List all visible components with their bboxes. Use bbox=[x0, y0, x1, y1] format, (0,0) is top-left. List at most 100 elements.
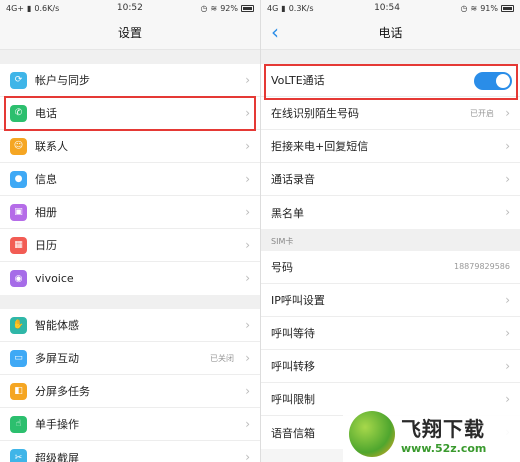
volte-row[interactable]: VoLTE通话 bbox=[261, 64, 520, 97]
settings-item-label: 相册 bbox=[35, 206, 57, 219]
phone-number: 18879829586 bbox=[454, 262, 510, 271]
page-title: 设置 bbox=[117, 26, 142, 40]
signal-icon: ▮ bbox=[281, 3, 286, 13]
chevron-right-icon: › bbox=[245, 106, 250, 120]
settings-item[interactable]: ◉ vivoice › bbox=[0, 262, 260, 295]
settings-item[interactable]: ▣ 相册 › bbox=[0, 196, 260, 229]
settings-item[interactable]: ● 信息 › bbox=[0, 163, 260, 196]
sim-option-item[interactable]: 呼叫等待 › bbox=[261, 317, 520, 350]
phone-option-item[interactable]: 在线识别陌生号码 已开启 › bbox=[261, 97, 520, 130]
phone-settings-screen: 4G ▮ 0.3K/s 10:54 ◷ ≋ 91% ‹ 电话 VoLTE通话 在… bbox=[260, 0, 520, 462]
spacer bbox=[0, 295, 260, 309]
settings-item-label: vivoice bbox=[35, 272, 74, 285]
settings-item-label: 联系人 bbox=[35, 140, 68, 153]
call-options-list: VoLTE通话 在线识别陌生号码 已开启 › 拒接来电+回复短信 › 通话录音 › 黑名单 › bbox=[261, 64, 520, 229]
settings-item[interactable]: ☝ 单手操作 › bbox=[0, 408, 260, 441]
title-bar: ‹ 电话 bbox=[261, 16, 520, 50]
phone-option-item[interactable]: 拒接来电+回复短信 › bbox=[261, 130, 520, 163]
chevron-right-icon: › bbox=[505, 326, 510, 340]
chevron-right-icon: › bbox=[245, 450, 250, 462]
chevron-right-icon: › bbox=[245, 318, 250, 332]
phone-icon: ✆ bbox=[10, 104, 27, 122]
account-sync-icon: ⟳ bbox=[10, 71, 27, 89]
back-arrow-icon[interactable]: ‹ bbox=[271, 22, 279, 42]
settings-item-label: 超级截屏 bbox=[35, 451, 79, 462]
sim-option-label: 呼叫限制 bbox=[271, 393, 315, 406]
settings-item-label: 日历 bbox=[35, 239, 57, 252]
spacer bbox=[0, 50, 260, 64]
chevron-right-icon: › bbox=[245, 384, 250, 398]
chevron-right-icon: › bbox=[505, 359, 510, 373]
chevron-right-icon: › bbox=[505, 172, 510, 186]
chevron-right-icon: › bbox=[245, 139, 250, 153]
settings-item-label: 智能体感 bbox=[35, 319, 79, 332]
one-hand-icon: ☝ bbox=[10, 415, 27, 433]
chevron-right-icon: › bbox=[245, 172, 250, 186]
calendar-icon: ▦ bbox=[10, 236, 27, 254]
volte-toggle[interactable] bbox=[474, 72, 512, 90]
sim-option-label: 呼叫等待 bbox=[271, 327, 315, 340]
option-status: 已开启 bbox=[470, 109, 494, 118]
title-bar: 设置 bbox=[0, 16, 260, 50]
settings-item[interactable]: ☺ 联系人 › bbox=[0, 130, 260, 163]
clock: 10:54 bbox=[374, 3, 400, 13]
watermark-logo-icon bbox=[349, 410, 395, 457]
battery-icon bbox=[500, 4, 514, 12]
phone-option-item[interactable]: 黑名单 › bbox=[261, 196, 520, 229]
phone-option-item[interactable]: 通话录音 › bbox=[261, 163, 520, 196]
status-bar: 4G+ ▮ 0.6K/s 10:52 ◷ ≋ 92% bbox=[0, 0, 260, 16]
item-status: 已关闭 bbox=[210, 354, 234, 363]
sim-option-item: 号码 18879829586 bbox=[261, 251, 520, 284]
album-icon: ▣ bbox=[10, 203, 27, 221]
sim-option-label: IP呼叫设置 bbox=[271, 294, 325, 307]
battery-icon bbox=[241, 4, 254, 12]
settings-item[interactable]: ✋ 智能体感 › bbox=[0, 309, 260, 342]
carrier-label: 4G bbox=[267, 3, 279, 13]
settings-item[interactable]: ✂ 超级截屏 › bbox=[0, 441, 260, 462]
watermark-name: 飞翔下载 bbox=[401, 416, 485, 441]
chevron-right-icon: › bbox=[505, 205, 510, 219]
sim-option-item[interactable]: 呼叫转移 › bbox=[261, 350, 520, 383]
network-speed: 0.6K/s bbox=[34, 3, 60, 13]
toggle-knob bbox=[496, 74, 510, 88]
split-screen-icon: ◧ bbox=[10, 382, 27, 400]
screenshot-root: 4G+ ▮ 0.6K/s 10:52 ◷ ≋ 92% 设置 ⟳ 帐户与同步 › ✆ 电话… bbox=[0, 0, 520, 462]
wifi-icon: ≋ bbox=[210, 3, 218, 13]
page-title: 电话 bbox=[378, 26, 403, 40]
settings-item[interactable]: ◧ 分屏多任务 › bbox=[0, 375, 260, 408]
settings-item-label: 信息 bbox=[35, 173, 57, 186]
message-icon: ● bbox=[10, 170, 27, 188]
sim-option-item[interactable]: IP呼叫设置 › bbox=[261, 284, 520, 317]
option-label: 黑名单 bbox=[271, 206, 304, 220]
chevron-right-icon: › bbox=[505, 106, 510, 120]
smart-motion-icon: ✋ bbox=[10, 316, 27, 334]
battery-percent: 92% bbox=[220, 3, 238, 13]
settings-item[interactable]: ⟳ 帐户与同步 › bbox=[0, 64, 260, 97]
settings-list: ⟳ 帐户与同步 › ✆ 电话 › ☺ 联系人 › ● 信息 › ▣ 相册 › ▦ 日历 › ◉ vivoice › ✋ 智能… bbox=[0, 64, 260, 462]
alarm-icon: ◷ bbox=[200, 3, 208, 13]
chevron-right-icon: › bbox=[245, 205, 250, 219]
screenshot-icon: ✂ bbox=[10, 449, 27, 462]
alarm-icon: ◷ bbox=[460, 3, 468, 13]
settings-item[interactable]: ▭ 多屏互动 已关闭 › bbox=[0, 342, 260, 375]
contacts-icon: ☺ bbox=[10, 137, 27, 155]
settings-item-label: 单手操作 bbox=[35, 418, 79, 431]
settings-item[interactable]: ✆ 电话 › bbox=[0, 97, 260, 130]
settings-item[interactable]: ▦ 日历 › bbox=[0, 229, 260, 262]
settings-item-label: 帐户与同步 bbox=[35, 74, 90, 87]
chevron-right-icon: › bbox=[245, 417, 250, 431]
network-speed: 0.3K/s bbox=[288, 3, 314, 13]
sim-section-header: SIM卡 bbox=[261, 229, 520, 251]
phone-options: 在线识别陌生号码 已开启 › 拒接来电+回复短信 › 通话录音 › 黑名单 › bbox=[261, 97, 520, 229]
settings-group: ⟳ 帐户与同步 › ✆ 电话 › ☺ 联系人 › ● 信息 › ▣ 相册 › ▦ 日历 › ◉ vivoice › bbox=[0, 64, 260, 295]
sim-option-label: 号码 bbox=[271, 261, 293, 274]
sim-option-label: 语音信箱 bbox=[271, 426, 315, 440]
volte-label: VoLTE通话 bbox=[271, 74, 325, 87]
chevron-right-icon: › bbox=[245, 238, 250, 252]
carrier-label: 4G+ bbox=[6, 3, 24, 13]
chevron-right-icon: › bbox=[245, 351, 250, 365]
option-label: 在线识别陌生号码 bbox=[271, 107, 359, 120]
chevron-right-icon: › bbox=[505, 139, 510, 153]
settings-item-label: 多屏互动 bbox=[35, 352, 79, 365]
sim-option-label: 呼叫转移 bbox=[271, 360, 315, 373]
